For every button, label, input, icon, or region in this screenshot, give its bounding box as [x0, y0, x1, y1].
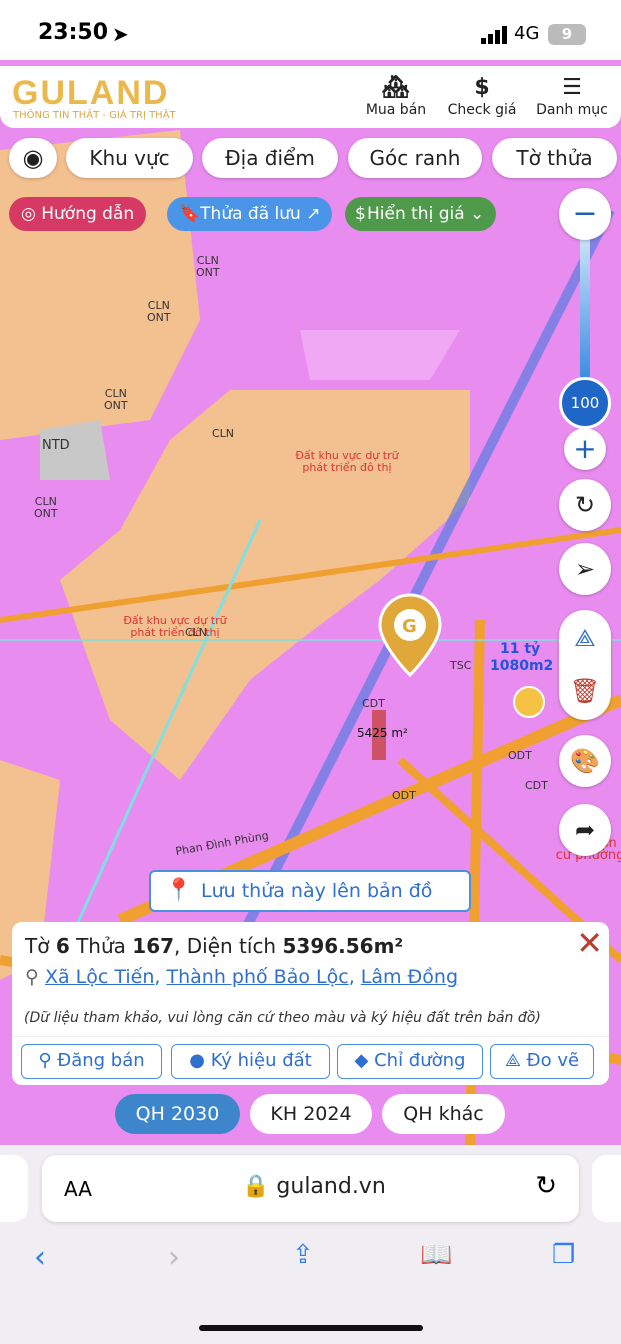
battery-icon: 9 [548, 24, 586, 45]
commune-link[interactable]: Xã Lộc Tiến [45, 966, 154, 988]
save-parcel-button[interactable]: 📍 Lưu thửa này lên bản đồ [149, 870, 471, 912]
post-sale-button[interactable]: ⚲ Đăng bán [21, 1044, 162, 1079]
disclaimer: (Dữ liệu tham khảo, vui lòng căn cứ theo… [24, 1010, 541, 1026]
share-icon[interactable]: ⇪ [292, 1240, 314, 1270]
nav-label: Check giá [447, 102, 517, 118]
land-symbol-button[interactable]: ● Ký hiệu đất [171, 1044, 330, 1079]
save-label: Lưu thửa này lên bản đồ [201, 880, 433, 902]
minus-icon: − [572, 196, 598, 231]
nav-check-gia[interactable]: $ Check giá [444, 74, 520, 118]
bookmark-icon: 🔖 [179, 204, 201, 224]
draw-tools: ⟁ 🗑 [559, 610, 611, 720]
navigate-button[interactable]: ➢ [559, 543, 611, 595]
svg-text:G: G [402, 616, 417, 637]
dollar-icon: $ [355, 204, 366, 224]
status-bar: 23:50 ➤ 4G 9 [0, 0, 621, 66]
nav-label: Mua bán [365, 102, 427, 118]
forward-icon[interactable]: › [168, 1240, 180, 1275]
building-icon: 🏘 [382, 75, 410, 100]
palette-icon: ● [189, 1050, 211, 1071]
reload-icon[interactable]: ↻ [535, 1171, 557, 1201]
address-bar[interactable]: AA 🔒 guland.vn ↻ [42, 1155, 579, 1222]
plan-kh2024[interactable]: KH 2024 [250, 1094, 372, 1134]
palette-button[interactable]: 🎨 [559, 735, 611, 787]
close-icon[interactable]: ✕ [576, 924, 603, 962]
next-tab-preview[interactable] [592, 1155, 621, 1222]
signal-icon [481, 26, 507, 44]
menu-icon: ☰ [562, 75, 582, 100]
tabs-icon[interactable]: ❐ [552, 1240, 575, 1270]
province-link[interactable]: Lâm Đồng [361, 966, 458, 988]
action-label: Đo vẽ [526, 1050, 580, 1071]
zoom-out-button[interactable]: − [559, 188, 611, 240]
action-label: Chỉ đường [374, 1050, 466, 1071]
clock: 23:50 [38, 20, 109, 45]
crosshair-icon: ◉ [22, 144, 44, 172]
dollar-icon: $ [474, 75, 490, 100]
navigation-arrow-icon: ➢ [574, 555, 596, 583]
filter-dia-diem[interactable]: Địa điểm [202, 138, 338, 178]
home-indicator [199, 1325, 423, 1331]
plan-qh2030[interactable]: QH 2030 [115, 1094, 240, 1134]
guland-pin-icon: 📍 [165, 878, 193, 903]
share-button[interactable]: ➦ [559, 804, 611, 856]
divider [12, 1036, 609, 1037]
logo-tagline: THÔNG TIN THẬT - GIÁ TRỊ THẬT [13, 110, 176, 121]
saved-parcels-button[interactable]: 🔖Thửa đã lưu ↗ [167, 197, 333, 231]
location-pin-icon: ⚲ [25, 966, 45, 988]
plus-icon: + [573, 432, 597, 465]
zoom-in-button[interactable]: + [564, 428, 606, 470]
external-arrow-icon: ↗ [300, 204, 321, 224]
plan-qh-khac[interactable]: QH khác [382, 1094, 505, 1134]
parcel-info-card: Tờ 6 Thửa 167, Diện tích 5396.56m² ✕ ⚲ X… [12, 922, 609, 1085]
guide-button[interactable]: ◎ Hướng dẫn [9, 197, 147, 231]
location-arrow-icon: ➤ [112, 22, 129, 46]
filter-goc-ranh[interactable]: Góc ranh [348, 138, 482, 178]
zoom-slider[interactable] [580, 235, 590, 380]
pin-plus-icon: ⚲ [38, 1050, 58, 1071]
measure-icon: ⟁ [504, 1050, 527, 1071]
parcel-title: Tờ 6 Thửa 167, Diện tích 5396.56m² [25, 934, 404, 958]
nav-mua-ban[interactable]: 🏘 Mua bán [362, 74, 430, 118]
filter-to-thua[interactable]: Tờ thửa [492, 138, 617, 178]
share-icon: ➦ [574, 816, 596, 844]
directions-button[interactable]: ◆ Chỉ đường [337, 1044, 483, 1079]
price-label: Hiển thị giá [367, 204, 465, 224]
action-label: Ký hiệu đất [210, 1050, 312, 1071]
prev-tab-preview[interactable] [0, 1155, 28, 1222]
directions-icon: ◆ [354, 1050, 375, 1071]
network-type: 4G [514, 23, 540, 44]
nav-danh-muc[interactable]: ☰ Danh mục [533, 74, 611, 118]
reader-aa-button[interactable]: AA [64, 1177, 92, 1201]
chevron-down-icon: ⌄ [464, 204, 485, 224]
saved-label: Thửa đã lưu [200, 204, 301, 224]
guland-logo[interactable]: GULAND [12, 74, 169, 113]
measure-icon[interactable]: ⟁ [559, 610, 611, 666]
app-header: GULAND THÔNG TIN THẬT - GIÁ TRỊ THẬT 🏘 Mu… [0, 66, 621, 128]
back-icon[interactable]: ‹ [34, 1240, 46, 1275]
trash-icon[interactable]: 🗑 [559, 666, 611, 716]
show-price-dropdown[interactable]: Hiển thị giá ⌄ $ [345, 197, 497, 231]
refresh-button[interactable]: ↻ [559, 479, 611, 531]
filter-khu-vuc[interactable]: Khu vực [66, 138, 193, 178]
my-location-button[interactable]: ◉ [9, 138, 57, 178]
parcel-location: ⚲ Xã Lộc Tiến, Thành phố Bảo Lộc, Lâm Đồ… [25, 966, 459, 988]
lock-icon: 🔒 [242, 1174, 270, 1199]
nav-label: Danh mục [536, 102, 608, 118]
refresh-icon: ↻ [574, 491, 596, 519]
action-label: Đăng bán [57, 1050, 145, 1071]
palette-icon: 🎨 [570, 747, 600, 775]
measure-button[interactable]: ⟁ Đo vẽ [490, 1044, 594, 1079]
play-icon: ◎ [21, 204, 42, 224]
city-link[interactable]: Thành phố Bảo Lộc [167, 966, 349, 988]
guide-label: Hướng dẫn [41, 204, 135, 224]
url-text: 🔒 guland.vn [242, 1174, 386, 1199]
zoom-level[interactable]: 100 [559, 377, 611, 429]
bookmarks-icon[interactable]: 📖 [420, 1240, 452, 1270]
